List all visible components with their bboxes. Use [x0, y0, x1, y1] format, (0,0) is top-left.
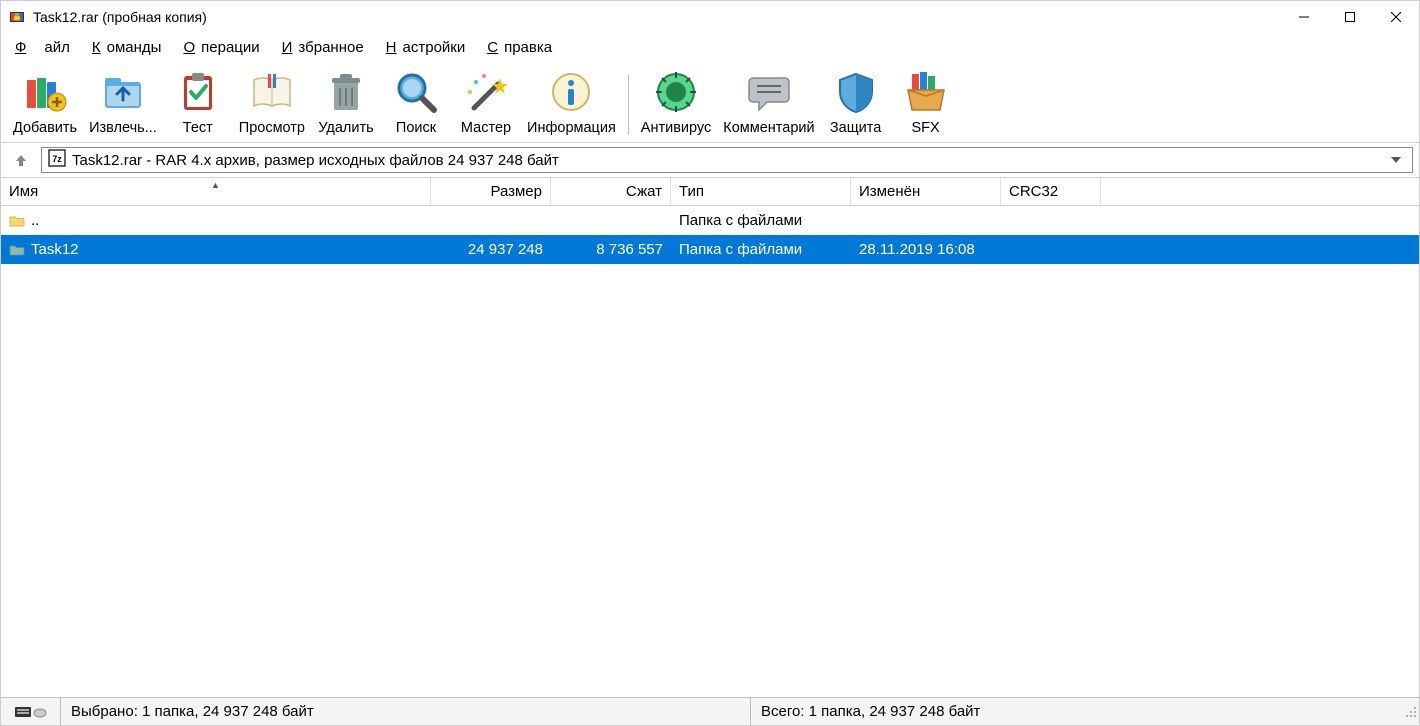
svg-text:7z: 7z — [52, 154, 62, 164]
folder-arrow-icon — [99, 68, 147, 116]
file-size — [431, 206, 551, 235]
toolbar-label: Защита — [830, 120, 881, 136]
file-name: .. — [31, 212, 39, 229]
column-headers: ▲ Имя Размер Сжат Тип Изменён CRC32 — [1, 178, 1419, 206]
speech-bubble-icon — [745, 68, 793, 116]
archive-type-icon: 7z — [48, 149, 66, 171]
status-selected: Выбрано: 1 папка, 24 937 248 байт — [61, 698, 751, 725]
toolbar: Добавить Извлечь... Тест — [1, 64, 1419, 143]
file-modified: 28.11.2019 16:08 — [851, 235, 1001, 264]
window-controls — [1281, 1, 1419, 33]
toolbar-label: Поиск — [396, 120, 436, 136]
column-size[interactable]: Размер — [431, 178, 551, 205]
menu-bar: Файл Команды Операции Избранное Настройк… — [1, 33, 1419, 64]
virus-icon — [652, 68, 700, 116]
column-name[interactable]: ▲ Имя — [1, 178, 431, 205]
window-title: Task12.rar (пробная копия) — [33, 9, 1281, 25]
close-button[interactable] — [1373, 1, 1419, 33]
file-packed — [551, 206, 671, 235]
path-field[interactable]: 7z Task12.rar - RAR 4.x архив, размер ис… — [41, 147, 1413, 173]
status-bar: Выбрано: 1 папка, 24 937 248 байт Всего:… — [1, 697, 1419, 725]
extract-button[interactable]: Извлечь... — [83, 66, 163, 138]
wizard-button[interactable]: Мастер — [451, 66, 521, 138]
toolbar-label: Информация — [527, 120, 616, 136]
toolbar-label: Извлечь... — [89, 120, 157, 136]
nav-up-button[interactable] — [7, 148, 35, 172]
maximize-button[interactable] — [1327, 1, 1373, 33]
file-crc — [1001, 206, 1101, 235]
find-button[interactable]: Поиск — [381, 66, 451, 138]
app-icon — [9, 9, 25, 25]
magnifier-icon — [392, 68, 440, 116]
status-total: Всего: 1 папка, 24 937 248 байт — [751, 698, 1403, 725]
clipboard-check-icon — [174, 68, 222, 116]
toolbar-separator — [628, 75, 629, 135]
wand-icon — [462, 68, 510, 116]
info-icon — [547, 68, 595, 116]
protect-button[interactable]: Защита — [821, 66, 891, 138]
toolbar-label: Комментарий — [723, 120, 814, 136]
file-type: Папка с файлами — [671, 235, 851, 264]
keyboard-disk-icon — [15, 705, 47, 719]
shield-icon — [832, 68, 880, 116]
trash-icon — [322, 68, 370, 116]
book-open-icon — [248, 68, 296, 116]
file-packed: 8 736 557 — [551, 235, 671, 264]
file-type: Папка с файлами — [671, 206, 851, 235]
file-crc — [1001, 235, 1101, 264]
column-packed[interactable]: Сжат — [551, 178, 671, 205]
folder-icon — [9, 213, 25, 229]
menu-favorites[interactable]: Избранное — [276, 37, 376, 58]
menu-help[interactable]: Справка — [481, 37, 564, 58]
menu-operations[interactable]: Операции — [177, 37, 271, 58]
info-button[interactable]: Информация — [521, 66, 622, 138]
path-dropdown-icon[interactable] — [1386, 157, 1406, 163]
menu-settings[interactable]: Настройки — [380, 37, 478, 58]
column-crc[interactable]: CRC32 — [1001, 178, 1101, 205]
view-button[interactable]: Просмотр — [233, 66, 311, 138]
file-name: Task12 — [31, 241, 79, 258]
menu-file[interactable]: Файл — [9, 37, 82, 58]
sfx-button[interactable]: SFX — [891, 66, 961, 138]
resize-grip[interactable] — [1403, 704, 1419, 720]
books-plus-icon — [21, 68, 69, 116]
column-modified[interactable]: Изменён — [851, 178, 1001, 205]
toolbar-label: Мастер — [461, 120, 511, 136]
column-type[interactable]: Тип — [671, 178, 851, 205]
toolbar-label: Тест — [183, 120, 213, 136]
path-bar: 7z Task12.rar - RAR 4.x архив, размер ис… — [1, 143, 1419, 178]
add-button[interactable]: Добавить — [7, 66, 83, 138]
menu-commands[interactable]: Команды — [86, 37, 174, 58]
file-row[interactable]: .. Папка с файлами — [1, 206, 1419, 235]
file-size: 24 937 248 — [431, 235, 551, 264]
file-list[interactable]: .. Папка с файлами Task12 24 937 2488 736 5… — [1, 206, 1419, 697]
antivirus-button[interactable]: Антивирус — [635, 66, 717, 138]
sort-asc-icon: ▲ — [211, 180, 220, 190]
toolbar-label: Добавить — [13, 120, 77, 136]
box-books-icon — [902, 68, 950, 116]
minimize-button[interactable] — [1281, 1, 1327, 33]
comment-button[interactable]: Комментарий — [717, 66, 820, 138]
status-icon-segment — [1, 698, 61, 725]
title-bar: Task12.rar (пробная копия) — [1, 1, 1419, 33]
test-button[interactable]: Тест — [163, 66, 233, 138]
toolbar-label: SFX — [911, 120, 939, 136]
toolbar-label: Просмотр — [239, 120, 305, 136]
delete-button[interactable]: Удалить — [311, 66, 381, 138]
toolbar-label: Удалить — [318, 120, 373, 136]
file-row[interactable]: Task12 24 937 2488 736 557Папка с файлами… — [1, 235, 1419, 264]
toolbar-label: Антивирус — [641, 120, 711, 136]
folder-icon — [9, 242, 25, 258]
path-text: Task12.rar - RAR 4.x архив, размер исход… — [72, 152, 1380, 169]
file-modified — [851, 206, 1001, 235]
